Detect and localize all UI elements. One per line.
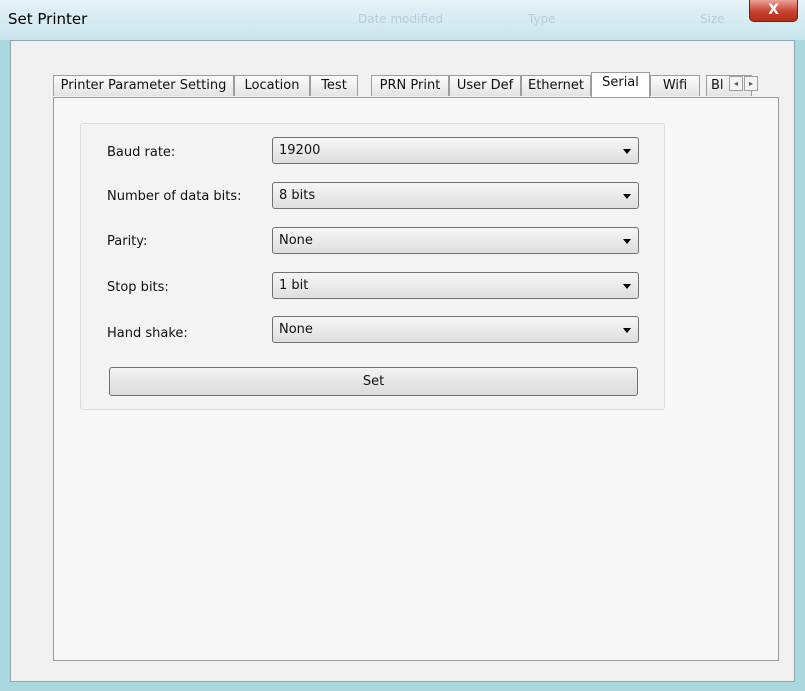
hand-shake-label: Hand shake:	[107, 326, 188, 341]
tab-scroll-left-button[interactable]: ◂	[729, 76, 743, 91]
tab-label: User Def	[456, 78, 514, 93]
background-column-header: Type	[528, 12, 556, 26]
stop-bits-label: Stop bits:	[107, 280, 169, 295]
dialog-body: Printer Parameter Setting Location Test …	[10, 40, 795, 682]
set-button[interactable]: Set	[109, 367, 638, 396]
baud-rate-label: Baud rate:	[107, 145, 176, 160]
hand-shake-select[interactable]: None	[272, 316, 639, 343]
stop-bits-select[interactable]: 1 bit	[272, 272, 639, 299]
tab-location[interactable]: Location	[234, 75, 310, 96]
tab-label: Location	[244, 78, 300, 93]
tab-ethernet[interactable]: Ethernet	[521, 75, 591, 96]
window-title: Set Printer	[8, 10, 88, 28]
baud-rate-value: 19200	[279, 143, 321, 158]
parity-select[interactable]: None	[272, 227, 639, 254]
baud-rate-select[interactable]: 19200	[272, 137, 639, 164]
data-bits-select[interactable]: 8 bits	[272, 182, 639, 209]
tab-prn-print[interactable]: PRN Print	[371, 75, 449, 96]
arrow-left-icon: ◂	[733, 79, 738, 88]
tab-label: Test	[321, 78, 347, 93]
tab-label: Bl	[711, 78, 724, 93]
close-button[interactable]: X	[749, 0, 798, 22]
parity-value: None	[279, 233, 313, 248]
tab-test[interactable]: Test	[310, 75, 358, 96]
stop-bits-value: 1 bit	[279, 278, 309, 293]
tab-wifi[interactable]: Wifi	[650, 75, 700, 96]
tab-label: Ethernet	[528, 78, 584, 93]
serial-tab-panel: Baud rate: 19200 Number of data bits: 8 …	[53, 97, 779, 661]
chevron-down-icon	[623, 149, 631, 154]
data-bits-label: Number of data bits:	[107, 189, 242, 204]
tab-scroll-right-button[interactable]: ▸	[744, 76, 758, 91]
background-column-header: Size	[700, 12, 725, 26]
chevron-down-icon	[623, 239, 631, 244]
serial-settings-group: Baud rate: 19200 Number of data bits: 8 …	[80, 123, 665, 410]
title-bar: Set Printer Date modified Type Size X	[0, 0, 805, 40]
tab-label: Printer Parameter Setting	[60, 78, 227, 93]
tab-label: Serial	[602, 75, 639, 90]
background-column-header: Date modified	[358, 12, 444, 26]
set-button-label: Set	[362, 374, 385, 389]
hand-shake-value: None	[279, 322, 313, 337]
tab-user-def[interactable]: User Def	[449, 75, 521, 96]
data-bits-value: 8 bits	[279, 188, 316, 203]
chevron-down-icon	[623, 284, 631, 289]
chevron-down-icon	[623, 328, 631, 333]
tab-label: Wifi	[662, 78, 688, 93]
tab-serial[interactable]: Serial	[591, 72, 650, 97]
close-icon: X	[768, 2, 779, 18]
parity-label: Parity:	[107, 234, 148, 249]
tab-printer-parameter-setting[interactable]: Printer Parameter Setting	[53, 75, 234, 96]
chevron-down-icon	[623, 194, 631, 199]
tab-label: PRN Print	[379, 78, 441, 93]
arrow-right-icon: ▸	[748, 79, 753, 88]
